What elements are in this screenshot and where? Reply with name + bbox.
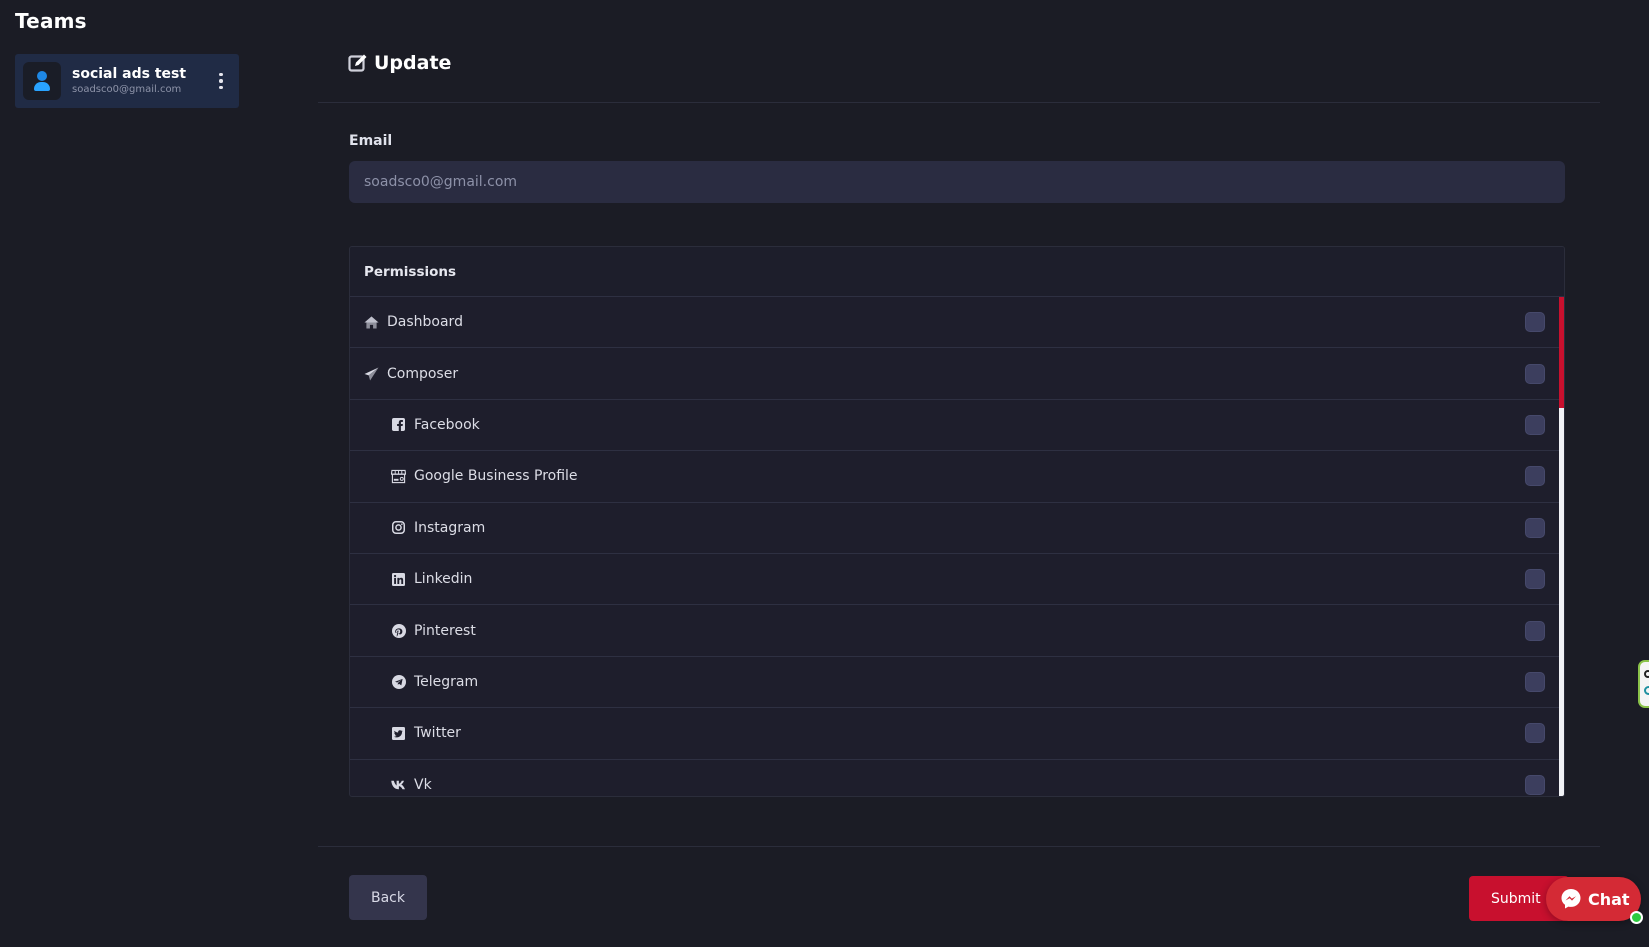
- email-label: Email: [349, 133, 393, 149]
- team-email: soadsco0@gmail.com: [72, 84, 182, 95]
- twitter-icon: [391, 726, 406, 741]
- team-card[interactable]: social ads test soadsco0@gmail.com: [15, 54, 239, 108]
- permissions-panel: Permissions Dashboard Composer Facebook Goo…: [349, 246, 1565, 797]
- permission-label: Dashboard: [387, 314, 463, 331]
- page-title: Update: [374, 52, 452, 74]
- facebook-icon: [391, 417, 406, 432]
- permission-row: Dashboard: [350, 297, 1564, 349]
- permission-row: Google Business Profile: [350, 451, 1564, 503]
- scrollbar-thumb[interactable]: [1559, 297, 1564, 408]
- permission-row: Telegram: [350, 657, 1564, 709]
- teams-heading: Teams: [15, 9, 87, 33]
- divider: [318, 102, 1600, 103]
- permission-label: Facebook: [414, 416, 480, 433]
- permission-label: Google Business Profile: [414, 468, 578, 485]
- telegram-icon: [391, 674, 406, 689]
- home-icon: [364, 315, 379, 330]
- permission-checkbox[interactable]: [1525, 517, 1545, 538]
- online-status-dot: [1630, 911, 1643, 924]
- permission-checkbox[interactable]: [1525, 671, 1545, 692]
- permission-label: Vk: [414, 776, 432, 793]
- permission-row: Instagram: [350, 503, 1564, 554]
- permission-checkbox[interactable]: [1525, 569, 1545, 590]
- more-vertical-icon[interactable]: [211, 66, 231, 96]
- permissions-heading: Permissions: [350, 247, 1564, 297]
- permission-checkbox[interactable]: [1525, 414, 1545, 435]
- divider: [318, 846, 1600, 847]
- messenger-icon: [1561, 889, 1581, 909]
- email-field[interactable]: [349, 161, 1565, 203]
- permission-checkbox[interactable]: [1525, 723, 1545, 744]
- permission-label: Twitter: [414, 725, 461, 742]
- side-feedback-widget[interactable]: [1638, 660, 1649, 708]
- team-info: social ads test soadsco0@gmail.com: [72, 67, 211, 95]
- paper-plane-icon: [364, 366, 379, 381]
- edit-icon: [348, 54, 367, 72]
- permission-label: Pinterest: [414, 622, 476, 639]
- permission-label: Instagram: [414, 519, 486, 536]
- permission-checkbox[interactable]: [1525, 466, 1545, 487]
- permission-checkbox[interactable]: [1525, 620, 1545, 641]
- panel-header: Update: [348, 52, 451, 74]
- chat-label: Chat: [1588, 889, 1630, 909]
- permissions-scrollbar[interactable]: [1559, 297, 1564, 796]
- pinterest-icon: [391, 623, 406, 638]
- permission-checkbox[interactable]: [1525, 312, 1545, 333]
- store-icon: [391, 469, 406, 484]
- permission-label: Linkedin: [414, 571, 473, 588]
- linkedin-icon: [391, 572, 406, 587]
- permission-row: Linkedin: [350, 554, 1564, 606]
- permissions-list: Dashboard Composer Facebook Google Business…: [350, 297, 1564, 796]
- team-name: social ads test: [72, 66, 187, 82]
- permission-label: Telegram: [414, 673, 479, 690]
- update-panel: Update Email Permissions Dashboard Compos…: [318, 0, 1600, 947]
- back-button[interactable]: Back: [349, 875, 427, 920]
- permission-row: Pinterest: [350, 605, 1564, 657]
- permission-row: Twitter: [350, 708, 1564, 760]
- permission-label: Composer: [387, 365, 459, 382]
- permission-checkbox[interactable]: [1525, 363, 1545, 384]
- permission-checkbox[interactable]: [1525, 774, 1545, 795]
- permission-row: Composer: [350, 348, 1564, 400]
- user-icon: [23, 62, 61, 100]
- permission-row: Vk: [350, 760, 1564, 796]
- vk-icon: [391, 777, 406, 792]
- chat-widget-button[interactable]: Chat: [1546, 877, 1643, 924]
- permission-row: Facebook: [350, 400, 1564, 452]
- instagram-icon: [391, 520, 406, 535]
